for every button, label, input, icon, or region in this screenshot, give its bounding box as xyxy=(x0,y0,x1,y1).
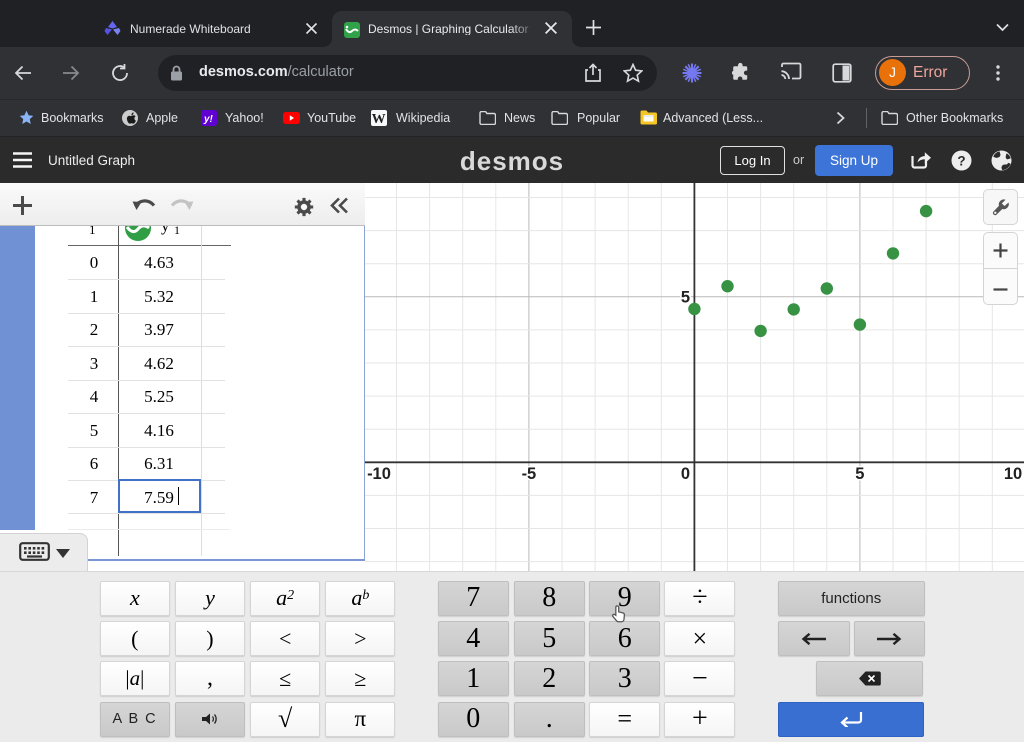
svg-text:-5: -5 xyxy=(522,465,537,483)
svg-text:10: 10 xyxy=(1004,465,1022,483)
svg-text:y!: y! xyxy=(203,114,214,125)
svg-text:0: 0 xyxy=(681,465,690,483)
svg-text:-10: -10 xyxy=(367,465,391,483)
svg-text:5: 5 xyxy=(681,289,690,307)
svg-text:W: W xyxy=(372,112,386,126)
svg-text:?: ? xyxy=(957,154,965,169)
svg-text:5: 5 xyxy=(855,465,864,483)
